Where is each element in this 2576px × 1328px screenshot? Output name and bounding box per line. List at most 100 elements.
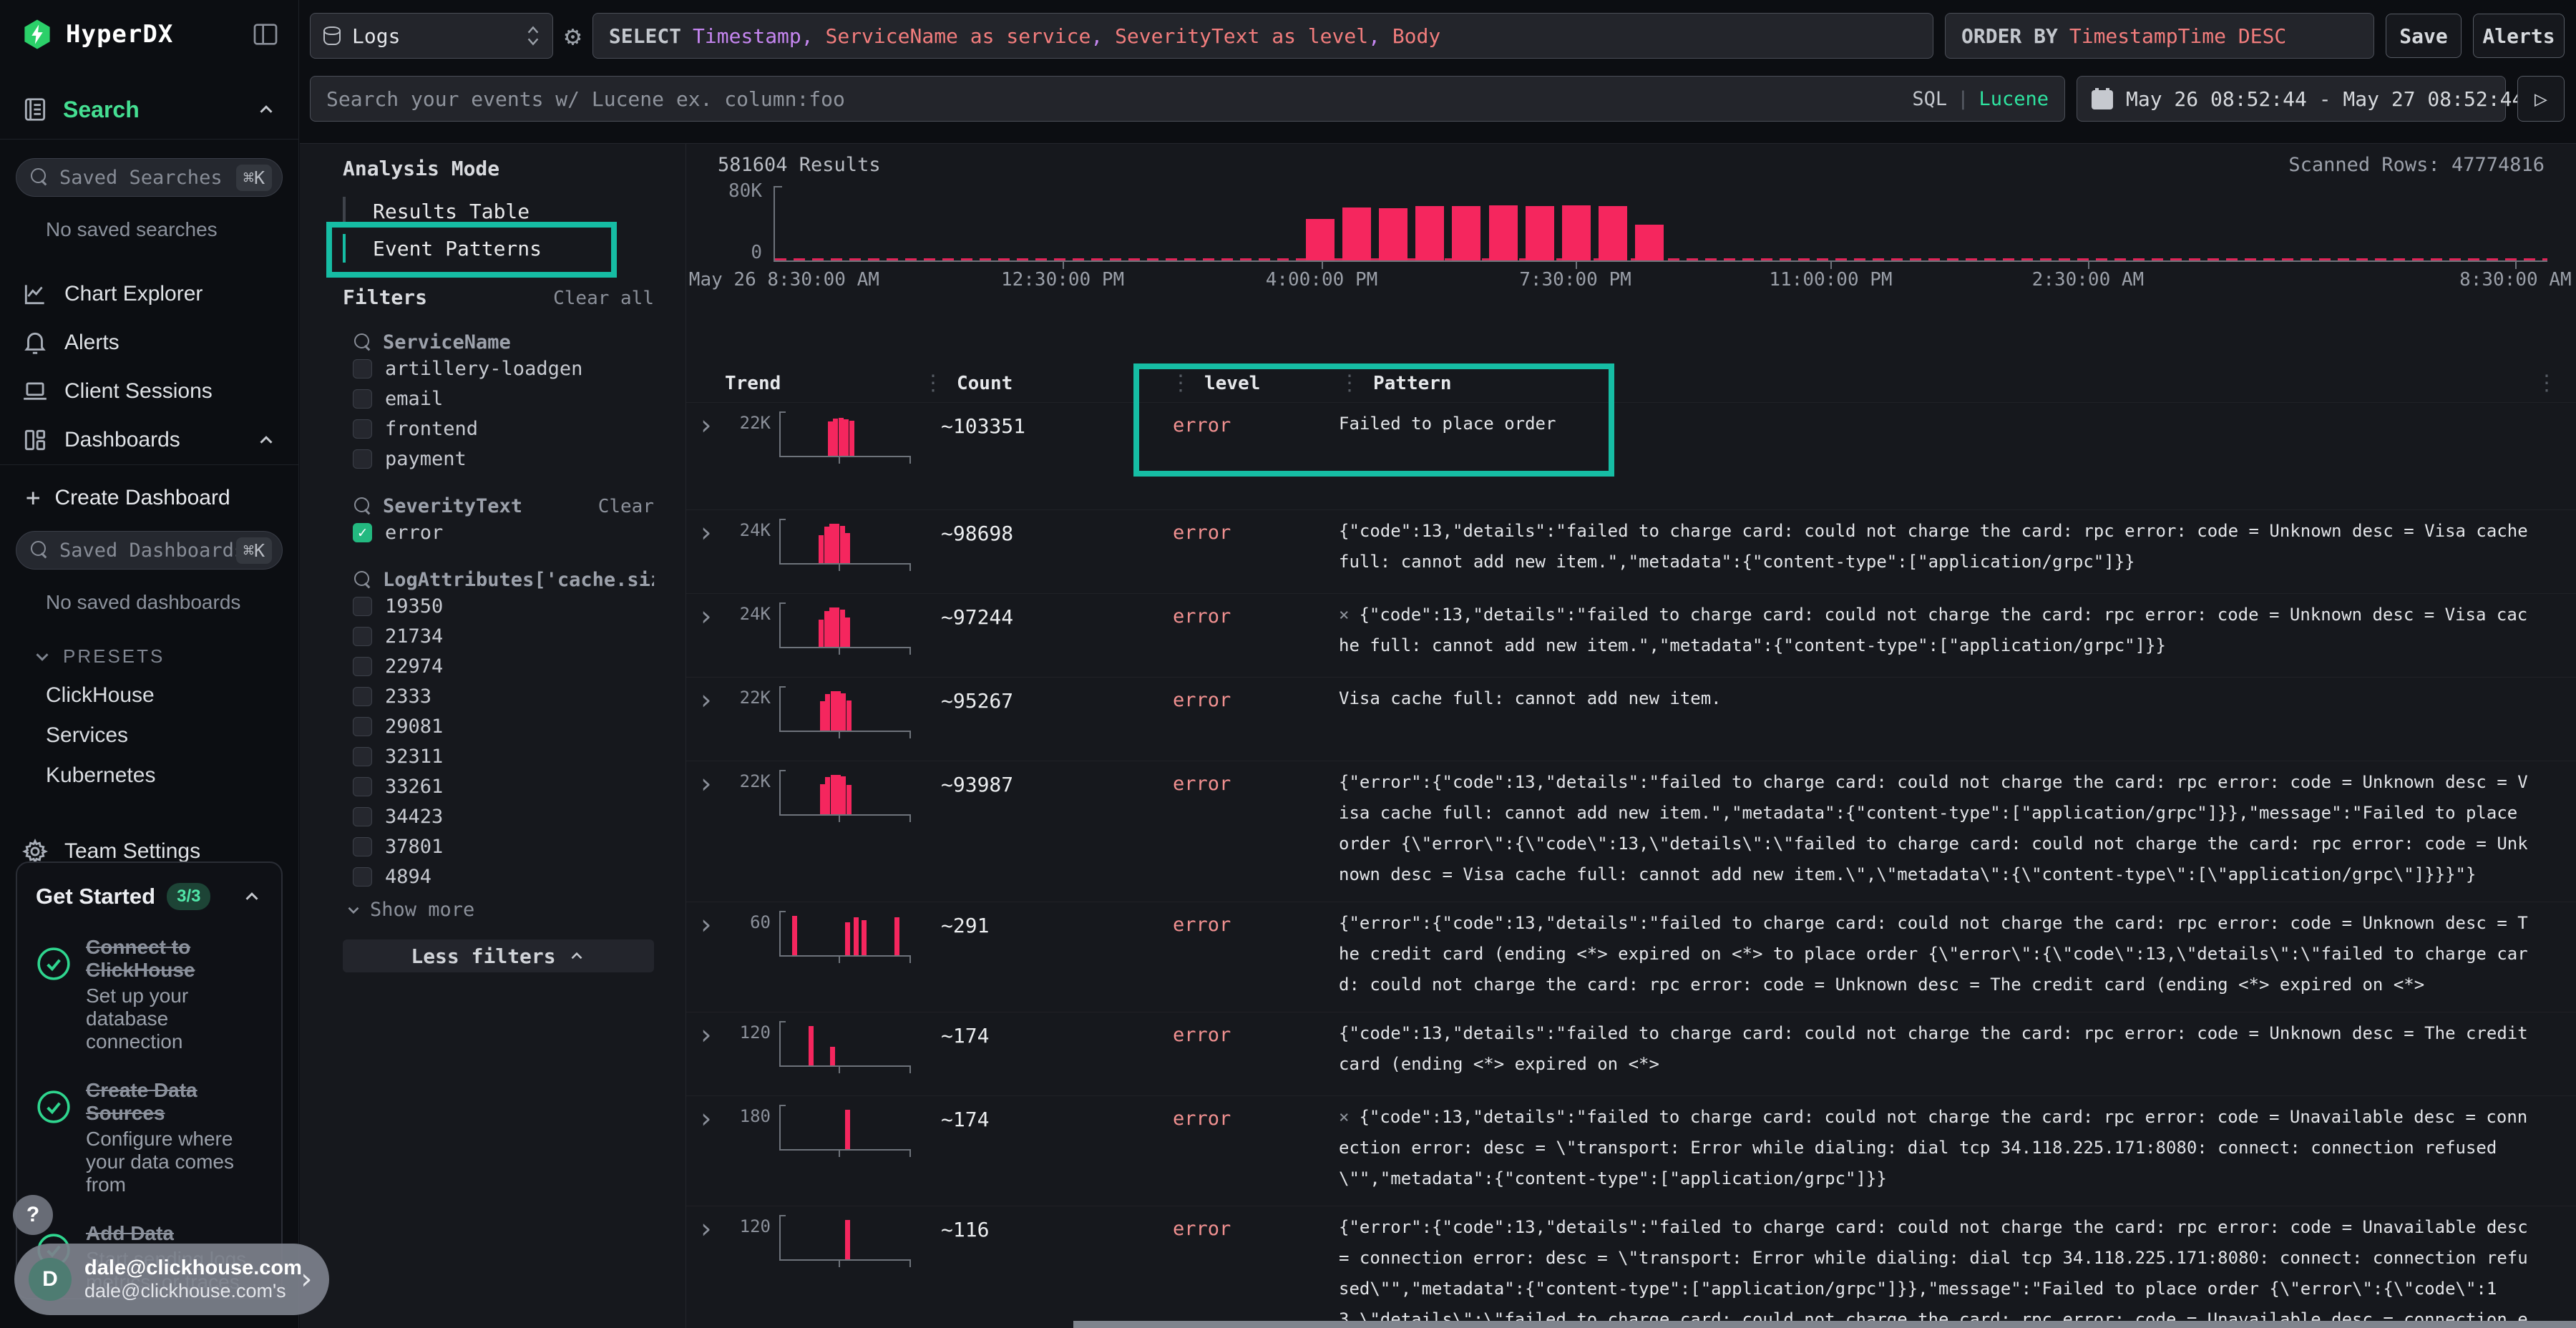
checkbox-icon[interactable] xyxy=(353,657,372,676)
event-search-input[interactable]: SQL | Lucene xyxy=(310,76,2065,122)
column-header-pattern[interactable]: ⋮Pattern xyxy=(1339,373,2532,394)
table-row[interactable]: › 24K ~98698 error ×{"code":13,"details"… xyxy=(686,509,2576,593)
preset-clickhouse[interactable]: ClickHouse xyxy=(46,683,298,708)
user-menu[interactable]: D dale@clickhouse.com dale@clickhouse.co… xyxy=(14,1244,329,1315)
filter-option-19350[interactable]: 19350 xyxy=(353,591,654,621)
histogram-bar[interactable] xyxy=(1562,205,1591,260)
checkbox-checked-icon[interactable]: ✓ xyxy=(353,523,372,542)
filter-option-22974[interactable]: 22974 xyxy=(353,651,654,681)
row-expand-chevron-icon[interactable]: › xyxy=(695,770,721,797)
filter-option-29081[interactable]: 29081 xyxy=(353,711,654,741)
table-row[interactable]: › 22K ~93987 error ×{"error":{"code":13,… xyxy=(686,761,2576,902)
column-header-count[interactable]: ⋮Count xyxy=(922,373,1166,394)
checkbox-icon[interactable] xyxy=(353,597,372,616)
sidebar-item-alerts[interactable]: Alerts xyxy=(0,318,298,367)
filter-option-21734[interactable]: 21734 xyxy=(353,621,654,651)
saved-dashboards-input[interactable]: ⌘K xyxy=(16,531,283,570)
checkbox-icon[interactable] xyxy=(353,747,372,766)
pattern-text[interactable]: ×Visa cache full: cannot add new item. xyxy=(1339,683,2532,714)
saved-dashboards-field[interactable] xyxy=(59,540,236,562)
histogram-bar[interactable] xyxy=(1599,206,1627,260)
dismiss-x-icon[interactable]: × xyxy=(1339,605,1349,625)
help-button[interactable]: ? xyxy=(13,1195,53,1235)
row-expand-chevron-icon[interactable]: › xyxy=(695,411,721,439)
preset-services[interactable]: Services xyxy=(46,723,298,748)
table-row[interactable]: › 22K ~95267 error ×Visa cache full: can… xyxy=(686,677,2576,761)
row-expand-chevron-icon[interactable]: › xyxy=(695,519,721,546)
histogram-bar[interactable] xyxy=(1489,205,1518,260)
filter-option-payment[interactable]: payment xyxy=(353,444,654,474)
histogram-bar[interactable] xyxy=(1342,208,1371,260)
filter-option-frontend[interactable]: frontend xyxy=(353,414,654,444)
run-search-button[interactable]: ▷ xyxy=(2517,76,2565,122)
pattern-text[interactable]: ×{"code":13,"details":"failed to charge … xyxy=(1339,1102,2532,1194)
checkbox-icon[interactable] xyxy=(353,627,372,646)
table-row[interactable]: › 120 ~116 error ×{"error":{"code":13,"d… xyxy=(686,1206,2576,1328)
filter-option-error[interactable]: ✓error xyxy=(353,517,654,547)
row-expand-chevron-icon[interactable]: › xyxy=(695,911,721,938)
table-row[interactable]: › 120 ~174 error ×{"code":13,"details":"… xyxy=(686,1012,2576,1095)
checkbox-icon[interactable] xyxy=(353,867,372,887)
pattern-text[interactable]: ×{"code":13,"details":"failed to charge … xyxy=(1339,600,2532,661)
preset-kubernetes[interactable]: Kubernetes xyxy=(46,763,298,788)
histogram-bar[interactable] xyxy=(1635,225,1664,260)
checkbox-icon[interactable] xyxy=(353,717,372,736)
dismiss-x-icon[interactable]: × xyxy=(1339,1107,1349,1127)
filter-option-33261[interactable]: 33261 xyxy=(353,771,654,801)
pattern-text[interactable]: ×{"error":{"code":13,"details":"failed t… xyxy=(1339,1212,2532,1328)
lang-lucene-toggle[interactable]: Lucene xyxy=(1979,88,2049,110)
event-search-field[interactable] xyxy=(326,87,1912,111)
sidebar-item-dashboards[interactable]: Dashboards xyxy=(0,416,298,465)
pattern-text[interactable]: ×{"error":{"code":13,"details":"failed t… xyxy=(1339,908,2532,1000)
drag-handle-icon[interactable]: ⋮ xyxy=(922,373,944,394)
filter-option-34423[interactable]: 34423 xyxy=(353,801,654,831)
filter-option-artillery-loadgen[interactable]: artillery-loadgen xyxy=(353,353,654,384)
histogram-bar[interactable] xyxy=(1379,208,1407,260)
source-settings-gear-icon[interactable]: ⚙ xyxy=(565,22,581,49)
table-row[interactable]: › 24K ~97244 error ×{"code":13,"details"… xyxy=(686,593,2576,677)
histogram-bar[interactable] xyxy=(1526,206,1554,260)
column-header-level[interactable]: ⋮level xyxy=(1170,373,1335,394)
checkbox-icon[interactable] xyxy=(353,419,372,439)
collapse-sidebar-icon[interactable] xyxy=(251,20,280,49)
filter-option-32311[interactable]: 32311 xyxy=(353,741,654,771)
row-expand-chevron-icon[interactable]: › xyxy=(695,1105,721,1132)
results-histogram[interactable]: 80K 0 May 26 8:30:00 AM12:30:00 PM4:00:0… xyxy=(718,186,2547,290)
checkbox-icon[interactable] xyxy=(353,359,372,379)
sidebar-item-chart-explorer[interactable]: Chart Explorer xyxy=(0,270,298,318)
drag-handle-icon[interactable]: ⋮ xyxy=(1339,373,1360,394)
show-more-link[interactable]: Show more xyxy=(344,899,654,921)
chevron-up-icon[interactable] xyxy=(255,429,277,451)
checkbox-icon[interactable] xyxy=(353,837,372,856)
column-header-trend[interactable]: Trend xyxy=(725,373,918,394)
create-dashboard-button[interactable]: + Create Dashboard xyxy=(26,484,298,512)
filter-group-clear-link[interactable]: Clear xyxy=(598,496,654,517)
alerts-button[interactable]: Alerts xyxy=(2473,14,2565,58)
save-button[interactable]: Save xyxy=(2386,14,2462,58)
row-expand-chevron-icon[interactable]: › xyxy=(695,686,721,713)
checkbox-icon[interactable] xyxy=(353,389,372,409)
sidebar-item-client-sessions[interactable]: Client Sessions xyxy=(0,367,298,416)
checkbox-icon[interactable] xyxy=(353,777,372,796)
pattern-text[interactable]: ×{"code":13,"details":"failed to charge … xyxy=(1339,516,2532,577)
saved-searches-input[interactable]: ⌘K xyxy=(16,158,283,197)
pattern-text[interactable]: ×{"code":13,"details":"failed to charge … xyxy=(1339,1018,2532,1080)
select-query-input[interactable]: SELECT Timestamp, ServiceName as service… xyxy=(592,13,1933,59)
source-select[interactable]: Logs xyxy=(310,13,553,59)
column-menu-icon[interactable]: ⋮ xyxy=(2536,373,2567,394)
saved-searches-field[interactable] xyxy=(59,167,236,189)
table-row[interactable]: › 22K ~103351 error ×Failed to place ord… xyxy=(686,402,2576,509)
row-expand-chevron-icon[interactable]: › xyxy=(695,1215,721,1242)
horizontal-scrollbar[interactable] xyxy=(1073,1321,2576,1328)
pattern-text[interactable]: ×Failed to place order xyxy=(1339,409,2532,439)
checkbox-icon[interactable] xyxy=(353,449,372,469)
clear-all-filters-link[interactable]: Clear all xyxy=(553,288,654,309)
date-range-picker[interactable]: May 26 08:52:44 - May 27 08:52:44 xyxy=(2077,76,2506,122)
drag-handle-icon[interactable]: ⋮ xyxy=(1170,373,1191,394)
nav-search[interactable]: Search xyxy=(0,96,298,140)
checkbox-icon[interactable] xyxy=(353,687,372,706)
order-by-input[interactable]: ORDER BY TimestampTime DESC xyxy=(1945,13,2374,59)
analysis-option-results-table[interactable]: Results Table xyxy=(343,192,654,230)
presets-toggle[interactable]: PRESETS xyxy=(31,645,298,668)
pattern-text[interactable]: ×{"error":{"code":13,"details":"failed t… xyxy=(1339,767,2532,890)
